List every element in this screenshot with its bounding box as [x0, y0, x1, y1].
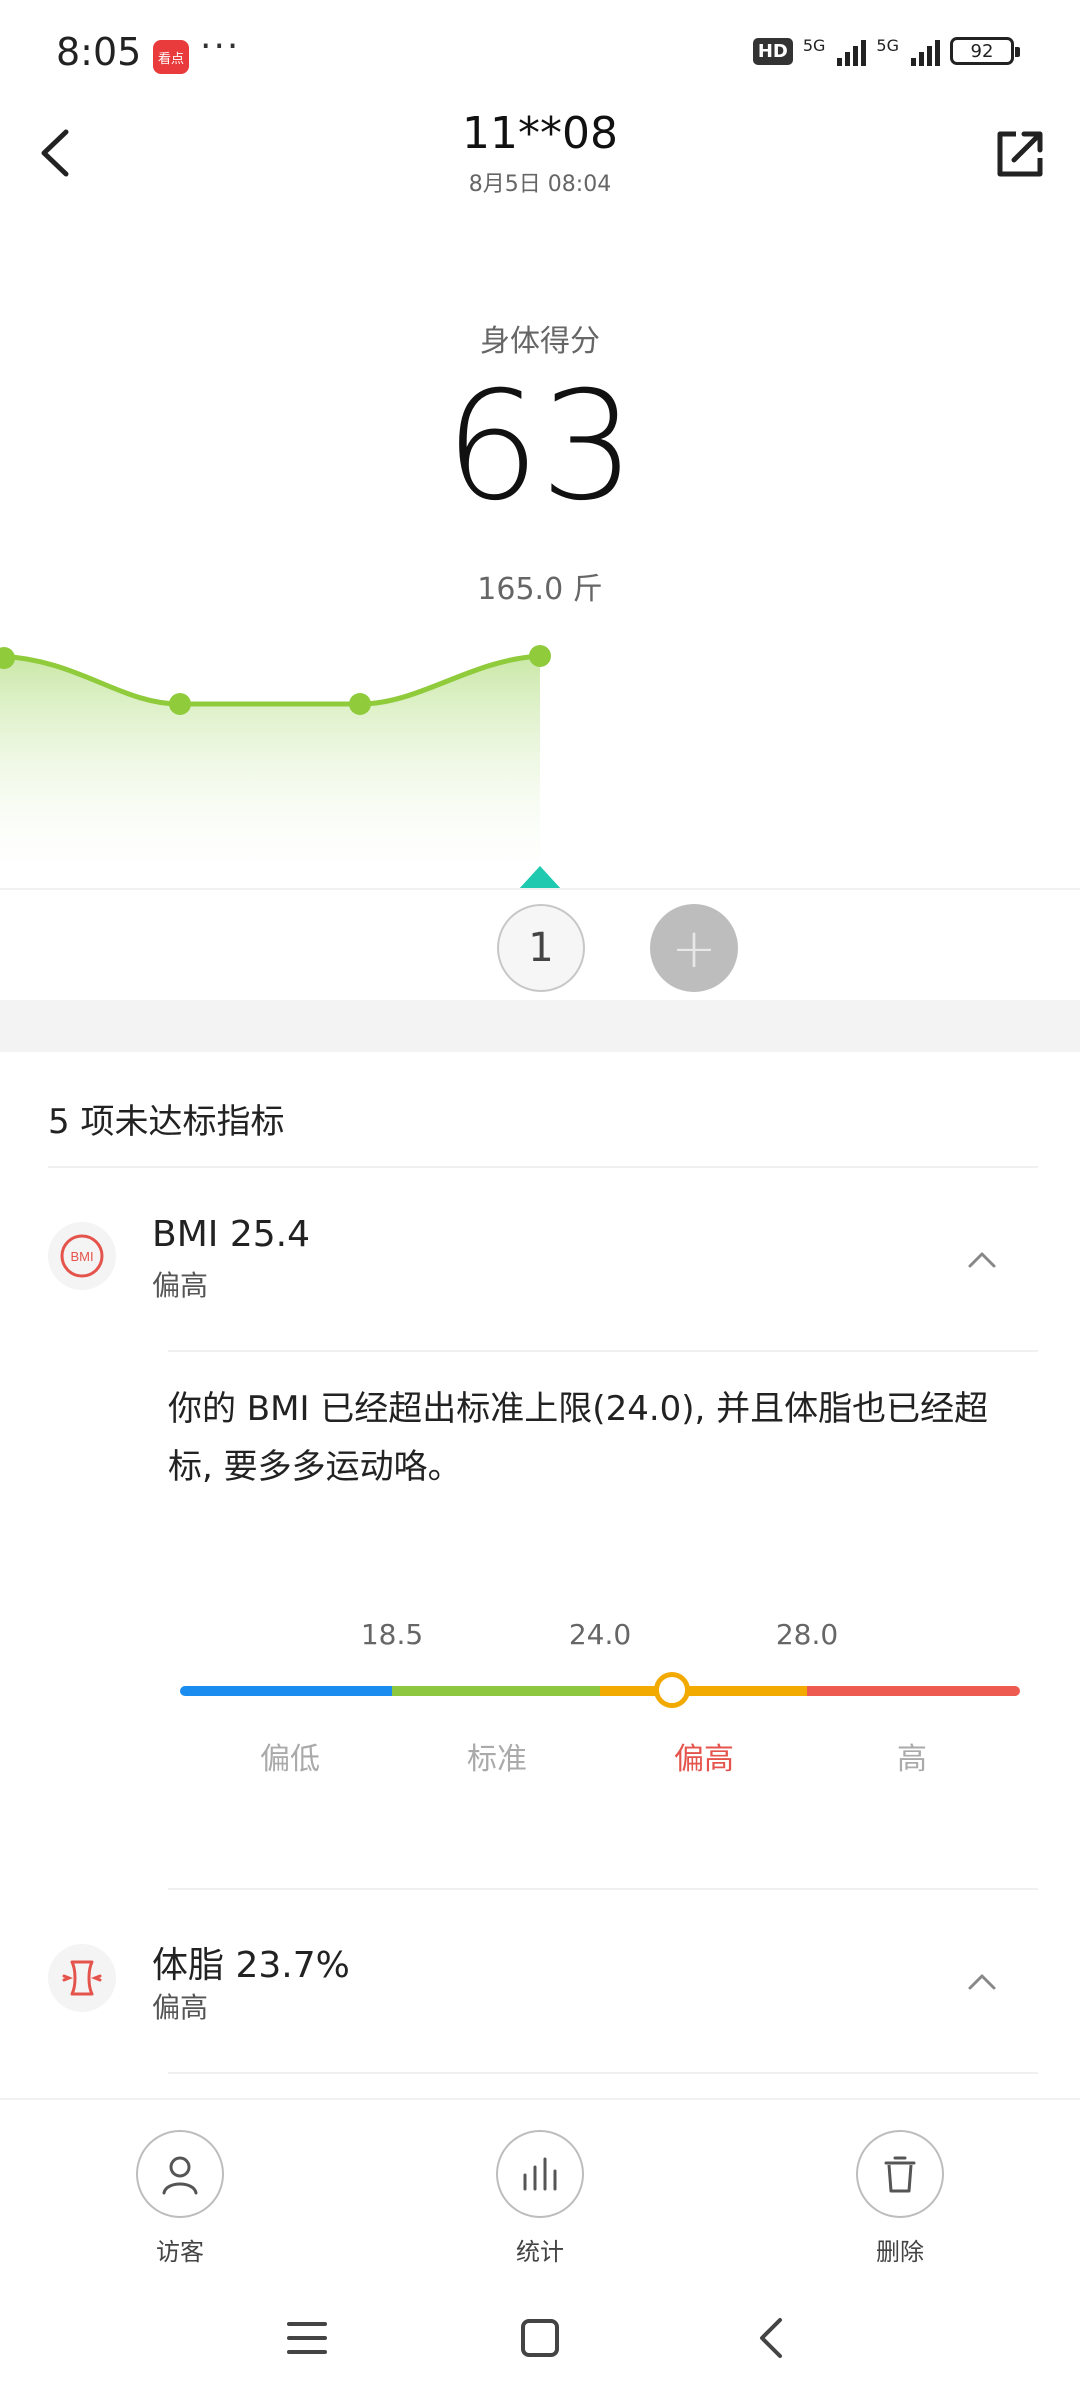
scale-segment-high: [600, 1686, 807, 1696]
delete-label: 删除: [876, 2238, 924, 2266]
home-button[interactable]: [510, 2308, 570, 2368]
add-record-button[interactable]: +: [650, 904, 738, 992]
battery-icon: 92: [950, 37, 1020, 65]
divider: [168, 1350, 1038, 1352]
chevron-up-icon[interactable]: [960, 1960, 1004, 2004]
divider: [48, 1166, 1038, 1168]
indicator-name: BMI 25.4: [152, 1214, 310, 1255]
app-notification-icon: 看点: [153, 40, 189, 74]
home-icon: [521, 2319, 559, 2357]
trend-point: [169, 693, 191, 715]
page-title: 11**08: [462, 108, 618, 159]
bottom-action-bar: 访客 统计 删除: [0, 2098, 1080, 2400]
scale-tick-label: 18.5: [360, 1618, 424, 1651]
menu-icon: [287, 2322, 327, 2354]
bmi-icon-text: BMI: [70, 1249, 93, 1264]
divider: [168, 1888, 1038, 1890]
signal-icon: [837, 36, 867, 66]
score-label: 身体得分: [480, 324, 600, 359]
scale-tick-label: 24.0: [568, 1618, 632, 1651]
back-icon: [760, 2318, 782, 2358]
measurement-time: 8月5日 08:04: [468, 172, 612, 197]
scale-tick-label: 28.0: [775, 1618, 839, 1651]
status-indicators: HD 5G 5G 92: [752, 36, 1020, 66]
menu-button[interactable]: [277, 2308, 337, 2368]
scale-segment-low: [180, 1686, 392, 1696]
trend-area: [0, 656, 540, 890]
visitor-label: 访客: [156, 2238, 204, 2266]
indicator-row-bmi[interactable]: BMI BMI 25.4 偏高: [48, 1192, 1038, 1322]
bar-chart-icon: [496, 2130, 584, 2218]
score-value: 63: [444, 360, 636, 534]
user-icon: [136, 2130, 224, 2218]
bmi-scale-bar: [180, 1686, 1020, 1696]
score-trend-chart[interactable]: [0, 620, 1080, 900]
divider: [168, 2072, 1038, 2074]
scale-label-high-active: 偏高: [674, 1742, 734, 1777]
bmi-value-marker: [654, 1672, 690, 1708]
signal-icon-2: [911, 36, 940, 66]
network-type-label: 5G: [802, 36, 826, 55]
indicator-status: 偏高: [152, 1269, 209, 1302]
trend-point-current: [529, 645, 551, 667]
section-gap: [0, 1000, 1080, 1052]
statistics-label: 统计: [516, 2238, 564, 2266]
indicator-row-body-fat[interactable]: 体脂 23.7% 偏高: [48, 1914, 1038, 2044]
share-external-icon: [997, 131, 1043, 177]
indicator-status: 偏高: [152, 1991, 209, 2024]
scale-label-low: 偏低: [260, 1742, 320, 1777]
chart-divider: [0, 888, 1080, 890]
chevron-up-icon[interactable]: [960, 1238, 1004, 1282]
share-button[interactable]: [986, 118, 1050, 188]
status-time: 8:05: [56, 30, 142, 74]
hd-voice-icon: HD: [752, 37, 793, 65]
indicators-title: 5 项未达标指标: [48, 1102, 285, 1142]
scale-label-very-high: 高: [897, 1742, 927, 1777]
bmi-icon: BMI: [48, 1222, 116, 1290]
body-fat-icon: [48, 1944, 116, 2012]
scale-segment-very-high: [807, 1686, 1020, 1696]
record-chip-current[interactable]: 1: [497, 904, 585, 992]
system-back-button[interactable]: [742, 2308, 802, 2368]
weight-value: 165.0 斤: [477, 572, 603, 607]
statistics-button[interactable]: 统计: [440, 2130, 640, 2267]
trend-point: [349, 693, 371, 715]
bmi-description: 你的 BMI 已经超出标准上限(24.0), 并且体脂也已经超标, 要多多运动咯…: [168, 1389, 989, 1487]
scale-label-normal: 标准: [467, 1742, 527, 1777]
delete-button[interactable]: 删除: [800, 2130, 1000, 2267]
indicator-name: 体脂 23.7%: [152, 1945, 350, 1986]
network-type-label-2: 5G: [876, 36, 899, 55]
visitor-button[interactable]: 访客: [80, 2130, 280, 2267]
more-notifications-icon: ···: [200, 26, 241, 67]
scale-segment-normal: [392, 1686, 600, 1696]
trash-icon: [856, 2130, 944, 2218]
